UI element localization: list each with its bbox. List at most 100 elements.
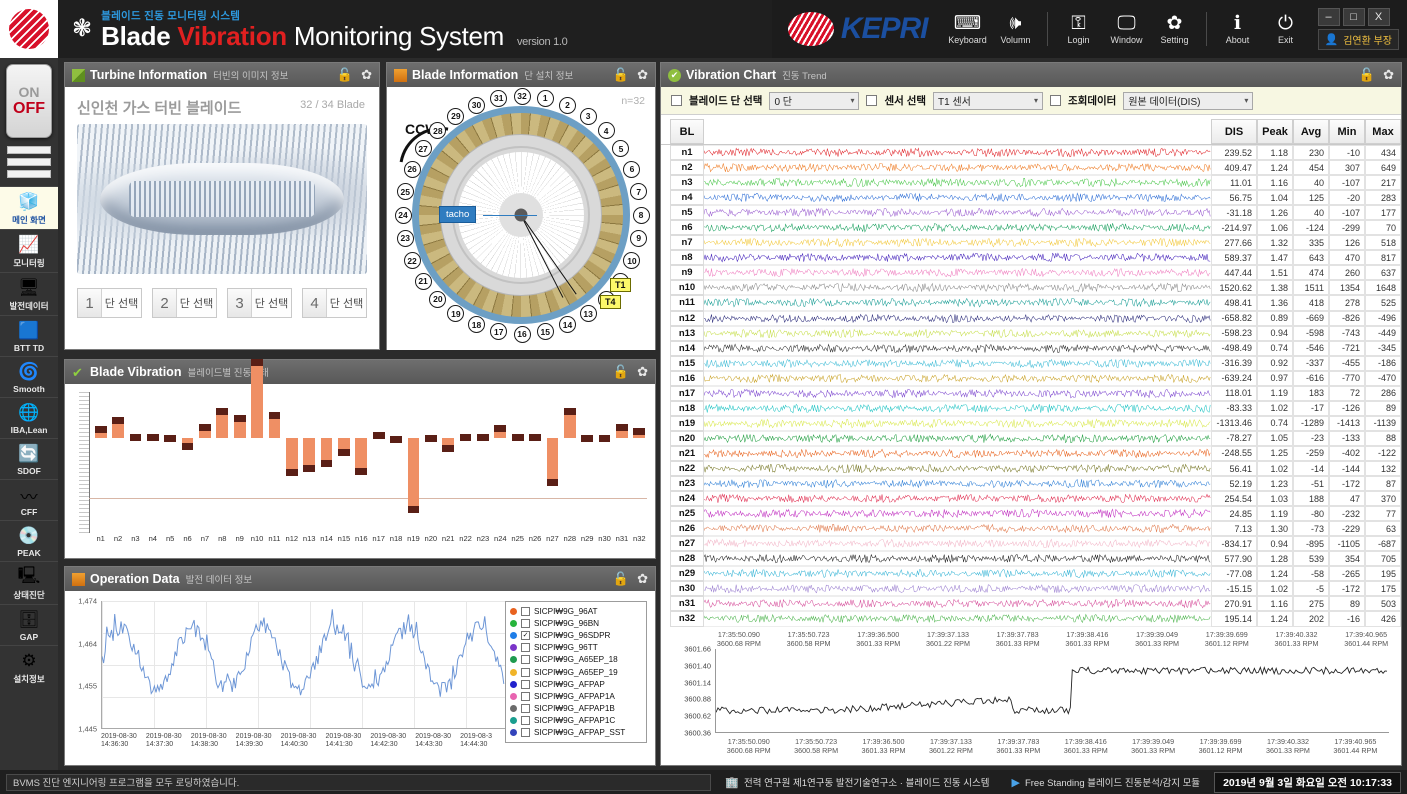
blade-marker-4[interactable]: 4 <box>597 122 615 140</box>
sensor-tag-t4[interactable]: T4 <box>600 295 621 309</box>
blade-marker-1[interactable]: 1 <box>536 89 554 107</box>
sidebar-item-9[interactable]: 🖳 상태진단 <box>0 561 58 604</box>
table-row[interactable]: n6 -214.97 1.06 -124 -299 70 <box>661 220 1401 236</box>
table-row[interactable]: n17 118.01 1.19 183 72 286 <box>661 385 1401 401</box>
stage-select-checkbox[interactable] <box>671 95 682 106</box>
blade-marker-15[interactable]: 15 <box>536 323 554 341</box>
blade-marker-20[interactable]: 20 <box>429 290 447 308</box>
blade-marker-27[interactable]: 27 <box>414 140 432 158</box>
sensor-select-checkbox[interactable] <box>866 95 878 106</box>
table-row[interactable]: n18 -83.33 1.02 -17 -126 89 <box>661 400 1401 416</box>
unlock-icon[interactable]: 🔓 <box>613 67 629 83</box>
blade-marker-2[interactable]: 2 <box>559 96 577 114</box>
legend-item-7[interactable]: SICPI₩9G_AFPAP1A <box>510 690 642 702</box>
table-row[interactable]: n3 11.01 1.16 40 -107 217 <box>661 175 1401 191</box>
legend-checkbox[interactable] <box>521 716 530 726</box>
legend-checkbox[interactable] <box>521 667 530 677</box>
table-row[interactable]: n14 -498.49 0.74 -546 -721 -345 <box>661 340 1401 356</box>
sidebar-item-4[interactable]: 🌀 Smooth <box>0 356 58 397</box>
gear-icon[interactable]: ✿ <box>361 67 372 83</box>
stage-button-2[interactable]: 2단 선택 <box>152 288 217 318</box>
blade-marker-18[interactable]: 18 <box>467 316 485 334</box>
blade-marker-25[interactable]: 25 <box>396 183 414 201</box>
table-row[interactable]: n8 589.37 1.47 643 470 817 <box>661 250 1401 266</box>
table-row[interactable]: n11 498.41 1.36 418 278 525 <box>661 295 1401 311</box>
legend-checkbox[interactable] <box>521 704 530 714</box>
sidebar-item-7[interactable]: 〰 CFF <box>0 479 58 520</box>
table-row[interactable]: n31 270.91 1.16 275 89 503 <box>661 596 1401 612</box>
legend-checkbox[interactable] <box>521 618 530 628</box>
legend-item-5[interactable]: SICPI₩9G_A65EP_19 <box>510 666 642 678</box>
blade-marker-17[interactable]: 17 <box>490 323 508 341</box>
table-row[interactable]: n2 409.47 1.24 454 307 649 <box>661 160 1401 176</box>
table-row[interactable]: n9 447.44 1.51 474 260 637 <box>661 265 1401 281</box>
legend-checkbox[interactable] <box>521 728 530 738</box>
unlock-icon[interactable]: 🔓 <box>1359 67 1375 83</box>
blade-marker-7[interactable]: 7 <box>630 183 648 201</box>
stage-button-1[interactable]: 1단 선택 <box>77 288 142 318</box>
table-row[interactable]: n25 24.85 1.19 -80 -232 77 <box>661 506 1401 522</box>
table-row[interactable]: n15 -316.39 0.92 -337 -455 -186 <box>661 355 1401 371</box>
table-row[interactable]: n28 577.90 1.28 539 354 705 <box>661 551 1401 567</box>
blade-marker-29[interactable]: 29 <box>447 107 465 125</box>
table-row[interactable]: n1 239.52 1.18 230 -10 434 <box>661 145 1401 161</box>
table-row[interactable]: n4 56.75 1.04 125 -20 283 <box>661 190 1401 206</box>
table-row[interactable]: n29 -77.08 1.24 -58 -265 195 <box>661 566 1401 582</box>
blade-marker-13[interactable]: 13 <box>579 305 597 323</box>
legend-item-6[interactable]: SICPI₩9G_AFPAP <box>510 678 642 690</box>
legend-item-8[interactable]: SICPI₩9G_AFPAP1B <box>510 703 642 715</box>
stage-select-dropdown[interactable]: 0 단 ▾ <box>769 91 860 110</box>
data-query-dropdown[interactable]: 원본 데이터(DIS) ▾ <box>1123 91 1254 110</box>
blade-marker-14[interactable]: 14 <box>559 316 577 334</box>
sidebar-item-11[interactable]: ⚙ 설치정보 <box>0 645 58 688</box>
legend-checkbox[interactable] <box>521 679 530 689</box>
legend-checkbox[interactable] <box>521 655 530 665</box>
blade-marker-22[interactable]: 22 <box>403 252 421 270</box>
sidebar-item-8[interactable]: 💿 PEAK <box>0 520 58 561</box>
minimize-button[interactable]: – <box>1317 8 1340 26</box>
table-row[interactable]: n24 254.54 1.03 188 47 370 <box>661 491 1401 507</box>
table-row[interactable]: n12 -658.82 0.89 -669 -826 -496 <box>661 310 1401 326</box>
legend-checkbox[interactable] <box>521 606 530 616</box>
table-row[interactable]: n10 1520.62 1.38 1511 1354 1648 <box>661 280 1401 296</box>
stage-button-4[interactable]: 4단 선택 <box>302 288 367 318</box>
menu-button[interactable] <box>7 146 51 178</box>
blade-marker-32[interactable]: 32 <box>513 87 531 105</box>
blade-marker-6[interactable]: 6 <box>623 160 641 178</box>
table-row[interactable]: n32 195.14 1.24 202 -16 426 <box>661 611 1401 627</box>
blade-marker-23[interactable]: 23 <box>396 229 414 247</box>
table-row[interactable]: n16 -639.24 0.97 -616 -770 -470 <box>661 370 1401 386</box>
table-row[interactable]: n30 -15.15 1.02 -5 -172 175 <box>661 581 1401 597</box>
blade-marker-10[interactable]: 10 <box>623 252 641 270</box>
gear-icon[interactable]: ✿ <box>1383 67 1394 83</box>
toolbar-exit[interactable]: ⏻ Exit <box>1262 14 1310 45</box>
toolbar-about[interactable]: ℹ About <box>1214 14 1262 45</box>
blade-marker-3[interactable]: 3 <box>579 107 597 125</box>
legend-item-2[interactable]: ✓ SICPI₩9G_96SDPR <box>510 629 642 641</box>
table-row[interactable]: n5 -31.18 1.26 40 -107 177 <box>661 205 1401 221</box>
legend-item-1[interactable]: SICPI₩9G_96BN <box>510 617 642 629</box>
table-row[interactable]: n23 52.19 1.23 -51 -172 87 <box>661 476 1401 492</box>
unlock-icon[interactable]: 🔓 <box>613 571 629 587</box>
tacho-label[interactable]: tacho <box>439 206 477 223</box>
blade-marker-24[interactable]: 24 <box>394 206 412 224</box>
sensor-tag-t1[interactable]: T1 <box>610 278 631 292</box>
blade-marker-9[interactable]: 9 <box>630 229 648 247</box>
legend-checkbox[interactable] <box>521 691 530 701</box>
legend-item-3[interactable]: SICPI₩9G_96TT <box>510 642 642 654</box>
sidebar-item-2[interactable]: 🖥 발전데이터 <box>0 272 58 315</box>
toolbar-window[interactable]: 🖵 Window <box>1103 14 1151 45</box>
legend-item-10[interactable]: SICPI₩9G_AFPAP_SST <box>510 727 642 739</box>
stage-button-3[interactable]: 3단 선택 <box>227 288 292 318</box>
toolbar-login[interactable]: ⚿ Login <box>1055 14 1103 45</box>
blade-marker-30[interactable]: 30 <box>467 96 485 114</box>
legend-item-9[interactable]: SICPI₩9G_AFPAP1C <box>510 715 642 727</box>
data-query-checkbox[interactable] <box>1050 95 1062 106</box>
sidebar-item-1[interactable]: 📈 모니터링 <box>0 229 58 272</box>
legend-item-4[interactable]: SICPI₩9G_A65EP_18 <box>510 654 642 666</box>
unlock-icon[interactable]: 🔓 <box>337 67 353 83</box>
close-button[interactable]: X <box>1367 8 1390 26</box>
sidebar-item-10[interactable]: 🗄 GAP <box>0 604 58 645</box>
maximize-button[interactable]: □ <box>1342 8 1365 26</box>
sidebar-item-0[interactable]: 🧊 메인 화면 <box>0 186 58 229</box>
